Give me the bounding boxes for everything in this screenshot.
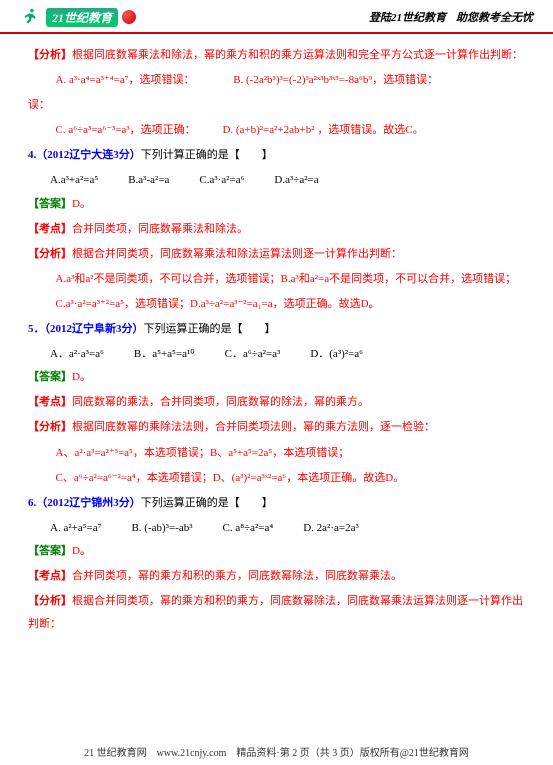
opt-c: C. a⁶÷a³=a⁶⁻³=a³，选项正确：	[56, 124, 196, 136]
q5-kaodian: 【考点】同底数幂的乘法，合并同类项，同底数幂的除法，幂的乘方。	[28, 391, 525, 414]
q5-options: A．a²·a³=a⁶ B．a⁵+a⁵=a¹⁰ C．a⁶÷a²=a³ D．(a³)…	[28, 343, 525, 366]
logo-badge: 21世纪教育	[46, 8, 118, 27]
kd-text: 合并同类项，同底数幂乘法和除法。	[72, 223, 248, 235]
analysis-block: 【分析】根据同底数幂乘法和除法，幂的乘方和积的乘方运算法则和完全平方公式逐一计算…	[28, 44, 525, 67]
header-slogan: 登陆21世纪教育 助您教考全无忧	[369, 9, 533, 25]
runner-icon	[20, 6, 42, 28]
kd-label: 【考点】	[28, 223, 72, 235]
q4-fenxi: 【分析】根据合并同类项，同底数幂乘法和除法运算法则逐一计算作出判断：	[28, 243, 525, 266]
q6-a: A. a²+a⁵=a⁷	[50, 517, 101, 540]
apple-icon	[122, 10, 136, 24]
q6-text: 下列运算正确的是【 】	[141, 497, 273, 509]
kd-label: 【考点】	[28, 570, 72, 582]
q6-stem: 6.（2012辽宁锦州3分）下列运算正确的是【 】	[28, 492, 525, 515]
q4-kaodian: 【考点】合并同类项，同底数幂乘法和除法。	[28, 218, 525, 241]
opt-b: B. (-2a²b³)³=(-2)³a²ˣ³b³ˣ³=-8a⁶b⁹，选项错误：	[233, 74, 438, 86]
q5-fenxi: 【分析】根据同底数幂的乘除法法则，合并同类项法则，幂的乘方法则，逐一检验：	[28, 416, 525, 439]
q4-a: A.a³+a²=a⁵	[50, 169, 98, 192]
logo: 21世纪教育	[20, 6, 136, 28]
q6-num: 6.（2012辽宁锦州3分）	[28, 497, 141, 509]
q5-line2: C、a⁶÷a²=a⁶⁻²=a⁴，本选项错误；D、(a³)²=a³ˣ²=a⁶，本选…	[28, 467, 525, 490]
kd-label: 【考点】	[28, 396, 72, 408]
q5-num: 5．（2012辽宁阜新3分）	[28, 323, 144, 335]
slogan-2: 助您教考全无忧	[456, 9, 533, 25]
q4-answer: 【答案】D。	[28, 193, 525, 216]
ans-val: D。	[72, 371, 91, 383]
fx-text: 根据合并同类项，同底数幂乘法和除法运算法则逐一计算作出判断：	[72, 248, 402, 260]
q4-line1: A.a³和a²不是同类项，不可以合并，选项错误；B.a³和a²=a不是同类项，不…	[28, 268, 525, 291]
q5-c: C．a⁶÷a²=a³	[225, 343, 281, 366]
q6-b: B. (-ab)³=-ab³	[131, 517, 192, 540]
q5-answer: 【答案】D。	[28, 366, 525, 389]
q6-options: A. a²+a⁵=a⁷ B. (-ab)³=-ab³ C. a⁸÷a²=a⁴ D…	[28, 517, 525, 540]
q4-line2: C.a³·a²=a³⁺²=a⁵，选项错误；D.a³÷a²=a³⁻²=a₁=a，选…	[28, 293, 525, 316]
opt-d: D. (a+b)²=a²+2ab+b² ，选项错误。故选C。	[222, 124, 423, 136]
q4-num: 4.（2012辽宁大连3分）	[28, 149, 141, 161]
ans-label: 【答案】	[28, 545, 72, 557]
q4-d: D.a³÷a²=a	[274, 169, 318, 192]
q6-answer: 【答案】D。	[28, 540, 525, 563]
analysis-text: 根据同底数幂乘法和除法，幂的乘方和积的乘方运算法则和完全平方公式逐一计算作出判断…	[72, 49, 523, 61]
slogan-1: 登陆21世纪教育	[369, 9, 446, 25]
q4-c: C.a³·a²=a⁶	[199, 169, 244, 192]
q6-d: D. 2a²·a=2a³	[303, 517, 359, 540]
opt-a: A. a³·a⁴=a³⁺⁴=a⁷，选项错误：	[56, 74, 195, 86]
q6-c: C. a⁸÷a²=a⁴	[223, 517, 274, 540]
ans-label: 【答案】	[28, 198, 72, 210]
page-header: 21世纪教育 登陆21世纪教育 助您教考全无忧	[0, 0, 553, 34]
q6-kaodian: 【考点】合并同类项，幂的乘方和积的乘方，同底数幂除法，同底数幂乘法。	[28, 565, 525, 588]
page-footer: 21 世纪教育网 www.21cnjy.com 精品资料·第 2 页（共 3 页…	[0, 744, 553, 759]
kd-text: 同底数幂的乘法，合并同类项，同底数幂的除法，幂的乘方。	[72, 396, 369, 408]
q5-a: A．a²·a³=a⁶	[50, 343, 104, 366]
opt-row-ab: A. a³·a⁴=a³⁺⁴=a⁷，选项错误： B. (-2a²b³)³=(-2)…	[28, 69, 525, 92]
q6-fenxi: 【分析】根据合并同类项，幂的乘方和积的乘方，同底数幂除法，同底数幂乘法运算法则逐…	[28, 590, 525, 636]
fx-label: 【分析】	[28, 248, 72, 260]
q4-text: 下列计算正确的是【 】	[141, 149, 273, 161]
q5-b: B．a⁵+a⁵=a¹⁰	[134, 343, 195, 366]
q5-d: D．(a³)²=a⁶	[310, 343, 363, 366]
kd-text: 合并同类项，幂的乘方和积的乘方，同底数幂除法，同底数幂乘法。	[72, 570, 402, 582]
q4-options: A.a³+a²=a⁵ B.a³-a²=a C.a³·a²=a⁶ D.a³÷a²=…	[28, 169, 525, 192]
q4-stem: 4.（2012辽宁大连3分）下列计算正确的是【 】	[28, 144, 525, 167]
opt-row-cd: C. a⁶÷a³=a⁶⁻³=a³，选项正确： D. (a+b)²=a²+2ab+…	[28, 119, 525, 142]
err-suffix: 误：	[28, 94, 525, 117]
fx-text: 根据同底数幂的乘除法法则，合并同类项法则，幂的乘方法则，逐一检验：	[72, 421, 435, 433]
document-body: 【分析】根据同底数幂乘法和除法，幂的乘方和积的乘方运算法则和完全平方公式逐一计算…	[0, 34, 553, 642]
q5-line1: A、a²·a³=a²⁺³=a⁵，本选项错误；B、a⁵+a⁵=2a⁵，本选项错误；	[28, 442, 525, 465]
fx-text: 根据合并同类项，幂的乘方和积的乘方，同底数幂除法，同底数幂乘法运算法则逐一计算作…	[28, 595, 523, 630]
ans-val: D。	[72, 545, 91, 557]
q4-b: B.a³-a²=a	[128, 169, 169, 192]
analysis-label: 【分析】	[28, 49, 72, 61]
ans-label: 【答案】	[28, 371, 72, 383]
fx-label: 【分析】	[28, 595, 72, 607]
fx-label: 【分析】	[28, 421, 72, 433]
ans-val: D。	[72, 198, 91, 210]
q5-stem: 5．（2012辽宁阜新3分）下列运算正确的是【 】	[28, 318, 525, 341]
q5-text: 下列运算正确的是【 】	[144, 323, 276, 335]
